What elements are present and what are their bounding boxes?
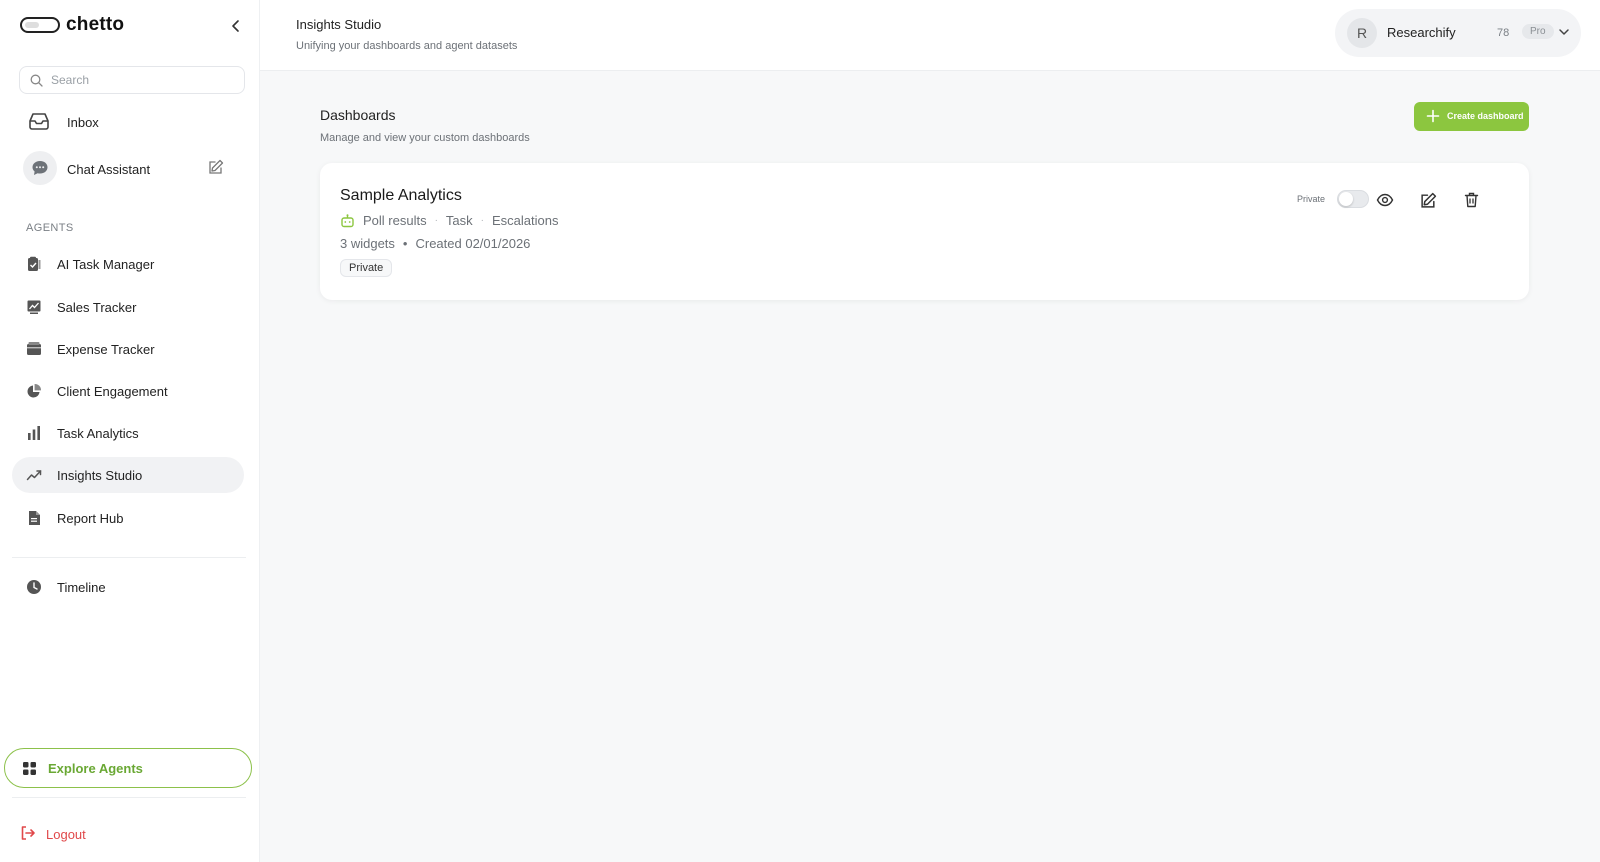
- sidebar-item-label: Task Analytics: [57, 426, 139, 441]
- source-tag: Escalations: [492, 213, 559, 228]
- source-tag: Poll results: [363, 213, 427, 228]
- sidebar-item-label: Client Engagement: [57, 384, 168, 399]
- app-logo[interactable]: chetto: [20, 14, 124, 36]
- logout-label: Logout: [46, 827, 86, 842]
- section-title: Dashboards: [320, 107, 396, 123]
- visibility-badge: Private: [340, 259, 393, 277]
- sidebar-item-label: Expense Tracker: [57, 342, 155, 357]
- nav-inbox-label: Inbox: [67, 115, 99, 130]
- created-date: Created 02/01/2026: [415, 236, 531, 251]
- new-chat-edit-icon[interactable]: [208, 159, 224, 175]
- sidebar-item-insights-studio[interactable]: Insights Studio: [12, 457, 244, 493]
- sidebar-divider: [12, 557, 246, 558]
- sidebar-item-expense-tracker[interactable]: Expense Tracker: [12, 331, 244, 367]
- plan-badge: Pro: [1522, 24, 1554, 39]
- grid-icon: [23, 762, 36, 775]
- section-subtitle: Manage and view your custom dashboards: [320, 132, 530, 144]
- nav-chat-assistant[interactable]: Chat Assistant: [0, 150, 260, 188]
- nav-inbox[interactable]: Inbox: [0, 103, 260, 141]
- search-box[interactable]: [19, 66, 245, 94]
- separator-dot: ·: [480, 215, 484, 226]
- chevron-left-icon: [232, 20, 239, 32]
- toggle-knob: [1339, 192, 1353, 206]
- sidebar-item-sales-tracker[interactable]: Sales Tracker: [12, 289, 244, 325]
- inbox-icon: [29, 113, 49, 130]
- sidebar-item-ai-task-manager[interactable]: AI Task Manager: [12, 246, 244, 282]
- trend-icon: [26, 470, 42, 481]
- page-subtitle: Unifying your dashboards and agent datas…: [296, 40, 518, 52]
- logout-icon: [21, 826, 35, 840]
- collapse-sidebar-button[interactable]: [228, 16, 244, 36]
- edit-dashboard-button[interactable]: [1418, 190, 1438, 210]
- nav-chat-label: Chat Assistant: [67, 162, 151, 177]
- trash-icon: [1464, 192, 1478, 208]
- view-dashboard-button[interactable]: [1375, 190, 1395, 210]
- dashboard-card[interactable]: Sample Analytics Poll results · Task · E…: [320, 163, 1529, 300]
- sidebar-item-report-hub[interactable]: Report Hub: [12, 500, 244, 536]
- source-tag: Task: [445, 213, 473, 228]
- search-icon: [30, 74, 43, 87]
- create-dashboard-label: Create dashboard: [1447, 111, 1524, 121]
- separator-dot: •: [402, 236, 408, 251]
- chat-bubble-icon: [32, 161, 48, 175]
- sidebar-item-client-engagement[interactable]: Client Engagement: [12, 373, 244, 409]
- sidebar-item-label: Sales Tracker: [57, 300, 137, 315]
- dashboard-name: Sample Analytics: [340, 187, 462, 204]
- pie-chart-icon: [27, 383, 42, 398]
- explore-agents-button[interactable]: Explore Agents: [4, 748, 252, 788]
- widget-count: 3 widgets: [340, 236, 395, 251]
- dashboard-sources: Poll results · Task · Escalations: [340, 213, 558, 228]
- sidebar-item-task-analytics[interactable]: Task Analytics: [12, 415, 244, 451]
- delete-dashboard-button[interactable]: [1461, 190, 1481, 210]
- sidebar-divider: [12, 797, 246, 798]
- logo-mark-icon: [20, 17, 60, 33]
- account-name: Researchify: [1387, 25, 1456, 40]
- line-chart-icon: [27, 300, 41, 314]
- app-name: chetto: [66, 14, 125, 35]
- search-input[interactable]: [51, 73, 231, 87]
- sidebar-item-label: Insights Studio: [57, 468, 143, 483]
- sidebar-item-label: Timeline: [57, 580, 106, 595]
- separator-dot: ·: [434, 215, 438, 226]
- top-header: Insights Studio Unifying your dashboards…: [260, 0, 1600, 71]
- visibility-toggle-label: Private: [1297, 194, 1326, 204]
- robot-icon: [341, 213, 354, 227]
- eye-icon: [1376, 193, 1394, 207]
- dashboard-meta: 3 widgets • Created 02/01/2026: [340, 236, 530, 251]
- visibility-toggle[interactable]: [1337, 190, 1369, 208]
- bar-chart-icon: [28, 426, 40, 440]
- avatar: R: [1347, 18, 1377, 48]
- chat-avatar: [23, 151, 57, 185]
- sidebar-item-timeline[interactable]: Timeline: [12, 569, 244, 605]
- edit-icon: [1420, 192, 1436, 208]
- task-check-icon: [28, 256, 41, 271]
- sidebar-item-label: AI Task Manager: [57, 257, 155, 272]
- clock-icon: [27, 580, 41, 594]
- agents-section-label: AGENTS: [26, 222, 74, 234]
- plus-icon: [1426, 109, 1440, 123]
- credits-count: 78: [1497, 27, 1510, 39]
- wallet-icon: [27, 342, 41, 355]
- document-icon: [29, 511, 40, 525]
- sidebar-item-label: Report Hub: [57, 511, 124, 526]
- sidebar: chetto Inbox Chat Assistant AGENTS AI Ta…: [0, 0, 260, 862]
- page-title: Insights Studio: [296, 17, 382, 32]
- explore-agents-label: Explore Agents: [48, 761, 143, 776]
- chevron-down-icon[interactable]: [1558, 27, 1570, 37]
- create-dashboard-button[interactable]: Create dashboard: [1414, 102, 1529, 131]
- account-menu[interactable]: R Researchify 78 Pro: [1335, 9, 1581, 57]
